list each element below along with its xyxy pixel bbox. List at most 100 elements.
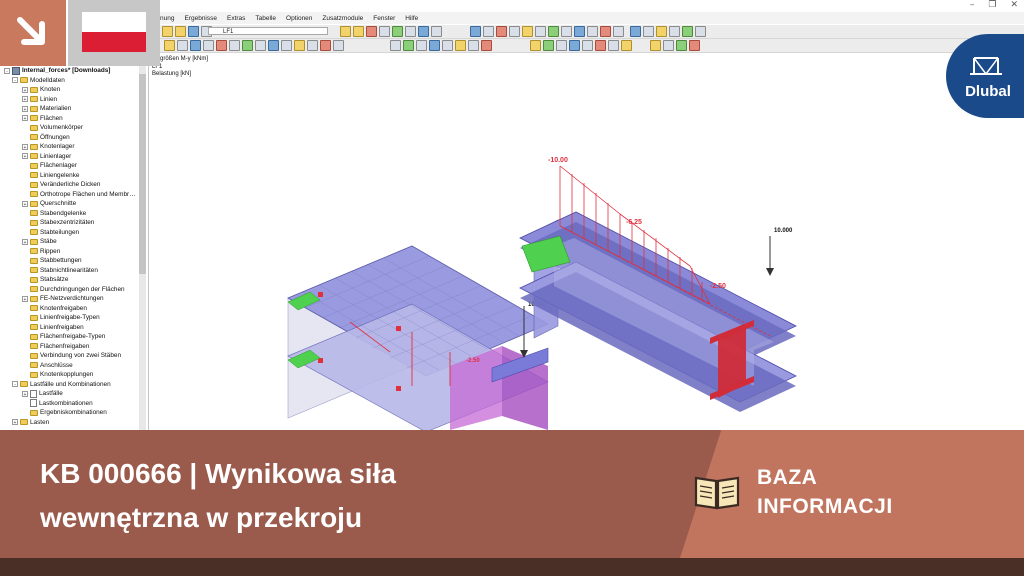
values-icon[interactable] [366,26,377,37]
tree-item[interactable]: + Knotenlager [22,142,74,151]
tree-item[interactable]: Knotenkopplungen [22,370,93,379]
tree-item[interactable]: Stabsätze [22,275,68,284]
tree-item[interactable]: Öffnungen [22,133,70,142]
menu-item-fenster[interactable]: Fenster [373,15,395,22]
visibility-icon[interactable] [468,40,479,51]
tree-item[interactable]: + Lastfälle [22,389,63,398]
z-view-icon[interactable] [561,26,572,37]
line-icon[interactable] [177,40,188,51]
menu-item-tabelle[interactable]: Tabelle [255,15,276,22]
iso-view-icon[interactable] [522,26,533,37]
perspective-icon[interactable] [574,26,585,37]
tree-item[interactable]: Orthotrope Flächen und Membr… [22,190,136,199]
tree-item[interactable]: Knotenfreigaben [22,304,87,313]
tree-item[interactable]: Flächenfreigaben [22,342,89,351]
tree-item[interactable]: + FE-Netzverdichtungen [22,294,104,303]
tree-expander[interactable]: + [22,105,28,113]
load-icon[interactable] [320,40,331,51]
mesh-icon[interactable] [268,40,279,51]
tree-item[interactable]: Durchdringungen der Flächen [22,285,125,294]
open-icon[interactable] [175,26,186,37]
menu-item-ergebnisse[interactable]: Ergebnisse [184,15,217,22]
section-icon[interactable] [405,26,416,37]
menu-item-zusatzmodule[interactable]: Zusatzmodule [322,15,363,22]
surface-icon[interactable] [190,40,201,51]
tree-item[interactable]: Anschlüsse [22,361,73,370]
tree-item[interactable]: + Linienlager [22,152,71,161]
material-icon[interactable] [294,40,305,51]
tree-item[interactable]: + Flächen [22,114,63,123]
coordinate-icon[interactable] [307,40,318,51]
tree-expander[interactable]: - [12,381,18,388]
support-display-icon[interactable] [403,40,414,51]
flag-icon[interactable] [676,40,687,51]
tree-item[interactable]: Linienfreigaben [22,323,84,332]
scale-icon[interactable] [595,40,606,51]
tree-item[interactable]: + Materialien [22,104,71,113]
diagram-icon[interactable] [353,26,364,37]
menu-item-berechnung[interactable]: nung [160,15,174,22]
results-icon[interactable] [340,26,351,37]
dropdown-icon[interactable] [689,40,700,51]
save-icon[interactable] [188,26,199,37]
tree-expander[interactable]: + [22,96,28,103]
select-icon[interactable] [587,26,598,37]
tree-expander[interactable]: + [22,295,28,303]
tree-item[interactable]: Stabnichtlinearitäten [22,266,98,275]
tree-item[interactable]: Stabendgelenke [22,209,86,218]
animation-icon[interactable] [582,40,593,51]
new-icon[interactable] [162,26,173,37]
loadcase-select[interactable]: LF1 [208,27,328,35]
display-icon[interactable] [431,26,442,37]
tree-item[interactable]: Volumenkörper [22,123,83,132]
print-report-icon[interactable] [695,26,706,37]
model-canvas[interactable]: -2.50 10.000 -10.00 -6.25 -2.50 [150,66,1024,430]
tree-item[interactable]: Veränderliche Dicken [22,180,100,189]
restore-button[interactable]: ❐ [988,0,996,10]
tree-expander[interactable]: - [12,77,18,84]
tree-item[interactable]: - Lastfälle und Kombinationen [12,380,111,389]
axes-icon[interactable] [416,40,427,51]
support-icon[interactable] [392,26,403,37]
color-icon[interactable] [669,26,680,37]
view-icon[interactable] [418,26,429,37]
measure-icon[interactable] [613,26,624,37]
hinge-icon[interactable] [242,40,253,51]
tree-item[interactable]: Verbindung von zwei Stäben [22,351,121,360]
y-view-icon[interactable] [548,26,559,37]
calc-icon[interactable] [530,40,541,51]
tree-expander[interactable]: + [22,390,28,398]
node-icon[interactable] [164,40,175,51]
label-icon[interactable] [390,40,401,51]
tree-item[interactable]: Lastkombinationen [22,399,93,408]
tree-expander[interactable]: + [12,419,18,426]
combination-icon[interactable] [333,40,344,51]
filter-icon[interactable] [379,26,390,37]
close-button[interactable]: ✕ [1010,0,1018,10]
tree-item[interactable]: + Knoten [22,85,60,94]
wireframe-icon[interactable] [509,26,520,37]
tree-item[interactable]: Liniengelenke [22,171,79,180]
navigator-scrollbar-thumb[interactable] [139,74,146,274]
guide-line-icon[interactable] [455,40,466,51]
module-icon[interactable] [650,40,661,51]
cross-section-icon[interactable] [281,40,292,51]
tree-expander[interactable]: + [22,200,28,208]
release-icon[interactable] [255,40,266,51]
tree-expander[interactable]: + [22,143,28,151]
menu-item-optionen[interactable]: Optionen [286,15,312,22]
tree-item[interactable]: - Modelldaten [12,76,65,85]
tree-item[interactable]: Flächenfreigabe-Typen [22,332,105,341]
numbering-icon[interactable] [429,40,440,51]
minimize-button[interactable]: – [970,0,975,10]
deform-icon[interactable] [556,40,567,51]
member-icon[interactable] [216,40,227,51]
rotate-icon[interactable] [483,26,494,37]
export-icon[interactable] [621,40,632,51]
delete-icon[interactable] [600,26,611,37]
table-icon[interactable] [682,26,693,37]
opening-icon[interactable] [229,40,240,51]
tree-item[interactable]: Ergebniskombinationen [22,408,107,417]
options-icon[interactable] [608,40,619,51]
tree-expander[interactable]: + [22,86,28,94]
